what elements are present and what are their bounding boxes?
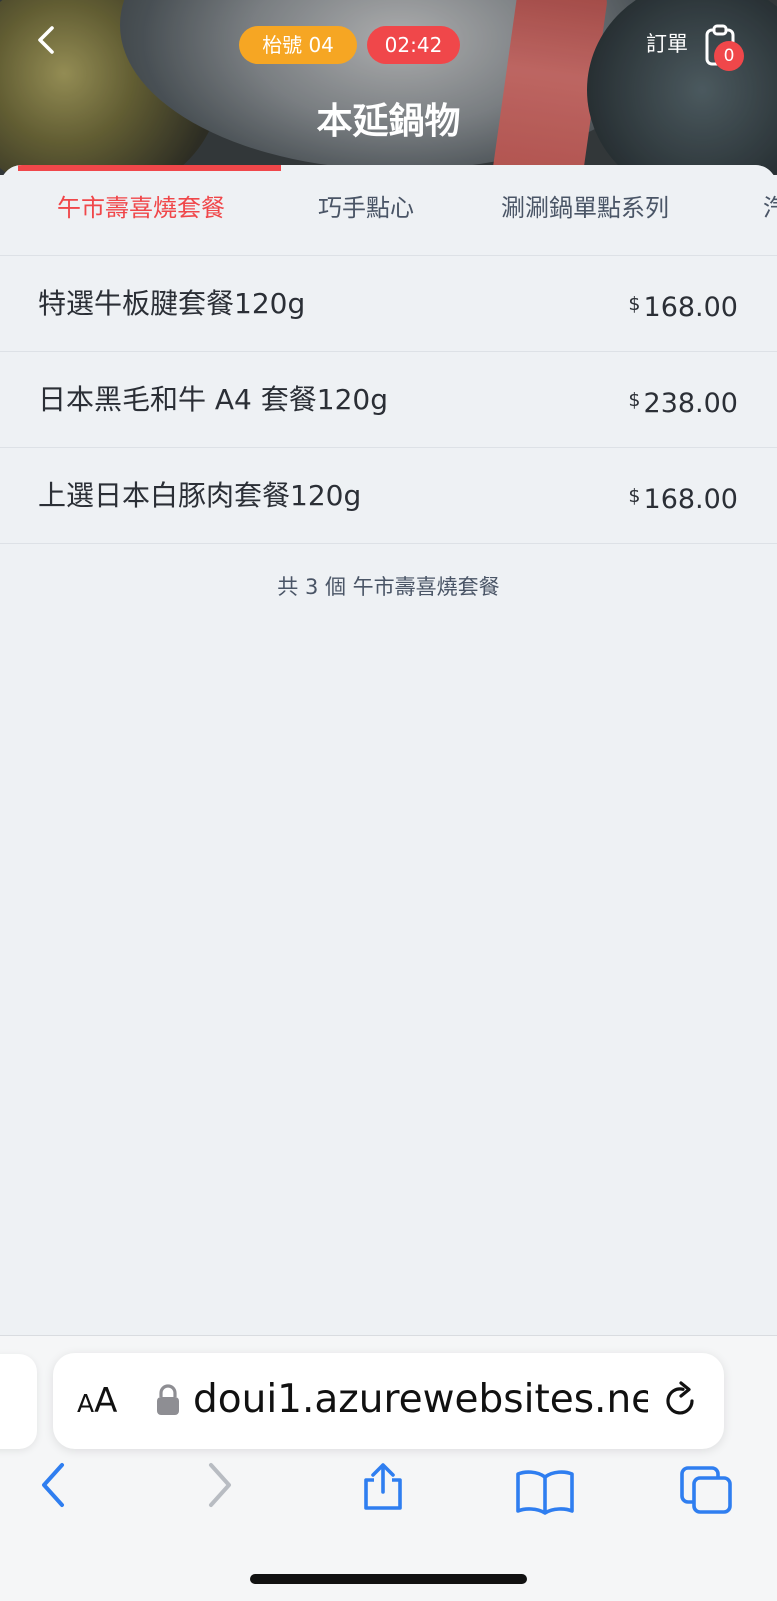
countdown-timer: 02:42 xyxy=(367,26,460,64)
currency-symbol: $ xyxy=(628,389,641,411)
address-bar[interactable]: AA doui1.azurewebsites.net xyxy=(53,1353,724,1449)
menu-panel: 午市壽喜燒套餐 巧手點心 涮涮鍋單點系列 汽 特選牛板腱套餐120g $168.… xyxy=(0,165,777,1335)
tab-lunch-sukiyaki-set[interactable]: 午市壽喜燒套餐 xyxy=(57,192,225,224)
browser-back-chevron-icon[interactable] xyxy=(36,1461,70,1509)
restaurant-title: 本延鍋物 xyxy=(316,101,461,142)
back-chevron-icon[interactable] xyxy=(32,24,64,56)
active-tab-indicator xyxy=(18,165,281,171)
text-size-large-a: A xyxy=(94,1381,118,1421)
tab-shabu-a-la-carte[interactable]: 涮涮鍋單點系列 xyxy=(501,192,669,224)
previous-tab-preview[interactable] xyxy=(0,1354,37,1449)
menu-item-name: 特選牛板腱套餐120g xyxy=(38,287,306,320)
text-size-button[interactable]: AA xyxy=(77,1381,117,1424)
tab-more[interactable]: 汽 xyxy=(763,192,777,224)
menu-item-name: 上選日本白豚肉套餐120g xyxy=(38,479,362,512)
table-number-badge: 枱號 04 xyxy=(239,26,357,64)
price-value: 168.00 xyxy=(643,484,738,515)
currency-symbol: $ xyxy=(628,293,641,315)
text-size-small-a: A xyxy=(77,1389,95,1418)
share-icon[interactable] xyxy=(358,1462,408,1512)
url-text[interactable]: doui1.azurewebsites.net xyxy=(193,1375,648,1425)
menu-item-price: $238.00 xyxy=(628,382,738,422)
bookmarks-book-icon[interactable] xyxy=(515,1469,575,1515)
item-count-footer: 共 3 個 午市壽喜燒套餐 xyxy=(277,575,500,599)
reload-icon[interactable] xyxy=(662,1380,700,1420)
tab-dim-sum[interactable]: 巧手點心 xyxy=(318,192,414,224)
menu-item-row[interactable]: 上選日本白豚肉套餐120g $168.00 xyxy=(0,448,777,544)
menu-item-price: $168.00 xyxy=(628,286,738,326)
home-indicator xyxy=(250,1574,527,1584)
category-tab-bar: 午市壽喜燒套餐 巧手點心 涮涮鍋單點系列 汽 xyxy=(0,165,777,256)
price-value: 168.00 xyxy=(643,292,738,323)
lock-icon xyxy=(157,1384,179,1415)
browser-forward-chevron-icon[interactable] xyxy=(203,1461,237,1509)
tabs-overview-icon[interactable] xyxy=(680,1466,734,1516)
order-count-badge: 0 xyxy=(714,41,744,71)
restaurant-header: 枱號 04 02:42 訂單 0 本延鍋物 xyxy=(0,0,777,175)
price-value: 238.00 xyxy=(643,388,738,419)
order-label[interactable]: 訂單 xyxy=(646,30,688,58)
menu-item-name: 日本黑毛和牛 A4 套餐120g xyxy=(38,383,388,416)
currency-symbol: $ xyxy=(628,485,641,507)
menu-item-list: 特選牛板腱套餐120g $168.00 日本黑毛和牛 A4 套餐120g $23… xyxy=(0,256,777,544)
menu-item-price: $168.00 xyxy=(628,478,738,518)
menu-item-row[interactable]: 特選牛板腱套餐120g $168.00 xyxy=(0,256,777,352)
menu-item-row[interactable]: 日本黑毛和牛 A4 套餐120g $238.00 xyxy=(0,352,777,448)
